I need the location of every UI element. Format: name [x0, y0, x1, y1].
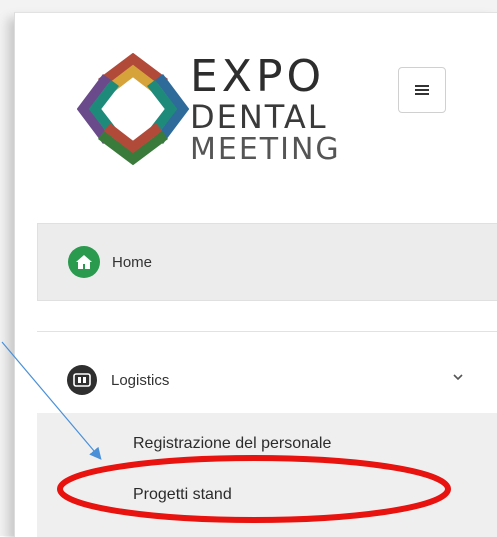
submenu-item-registrazione-personale[interactable]: Registrazione del personale [133, 435, 331, 453]
nav-item-home-label: Home [112, 253, 153, 271]
sidebar-panel: EXPO DENTAL MEETING Home Logistics Regis… [14, 12, 497, 537]
chevron-down-icon[interactable] [452, 372, 464, 382]
logo-wordmark: EXPO DENTAL MEETING [190, 55, 341, 165]
logo-line-expo: EXPO [190, 51, 326, 102]
logo-line-meeting: MEETING [190, 132, 341, 167]
logistics-icon [67, 365, 97, 395]
home-icon [68, 246, 100, 278]
logistics-submenu: Registrazione del personale Progetti sta… [37, 413, 497, 537]
hamburger-icon [415, 83, 429, 97]
logo-line-dental: DENTAL [190, 98, 328, 136]
submenu-item-progetti-stand[interactable]: Progetti stand [133, 486, 232, 504]
nav-divider [37, 331, 497, 332]
screenshot-frame: EXPO DENTAL MEETING Home Logistics Regis… [0, 0, 497, 537]
nav-item-home[interactable]: Home [37, 223, 497, 301]
expo-dental-logo-mark [77, 53, 189, 165]
nav-item-logistics-label: Logistics [111, 371, 170, 389]
menu-toggle-button[interactable] [398, 67, 446, 113]
nav-item-logistics[interactable]: Logistics [37, 348, 497, 412]
